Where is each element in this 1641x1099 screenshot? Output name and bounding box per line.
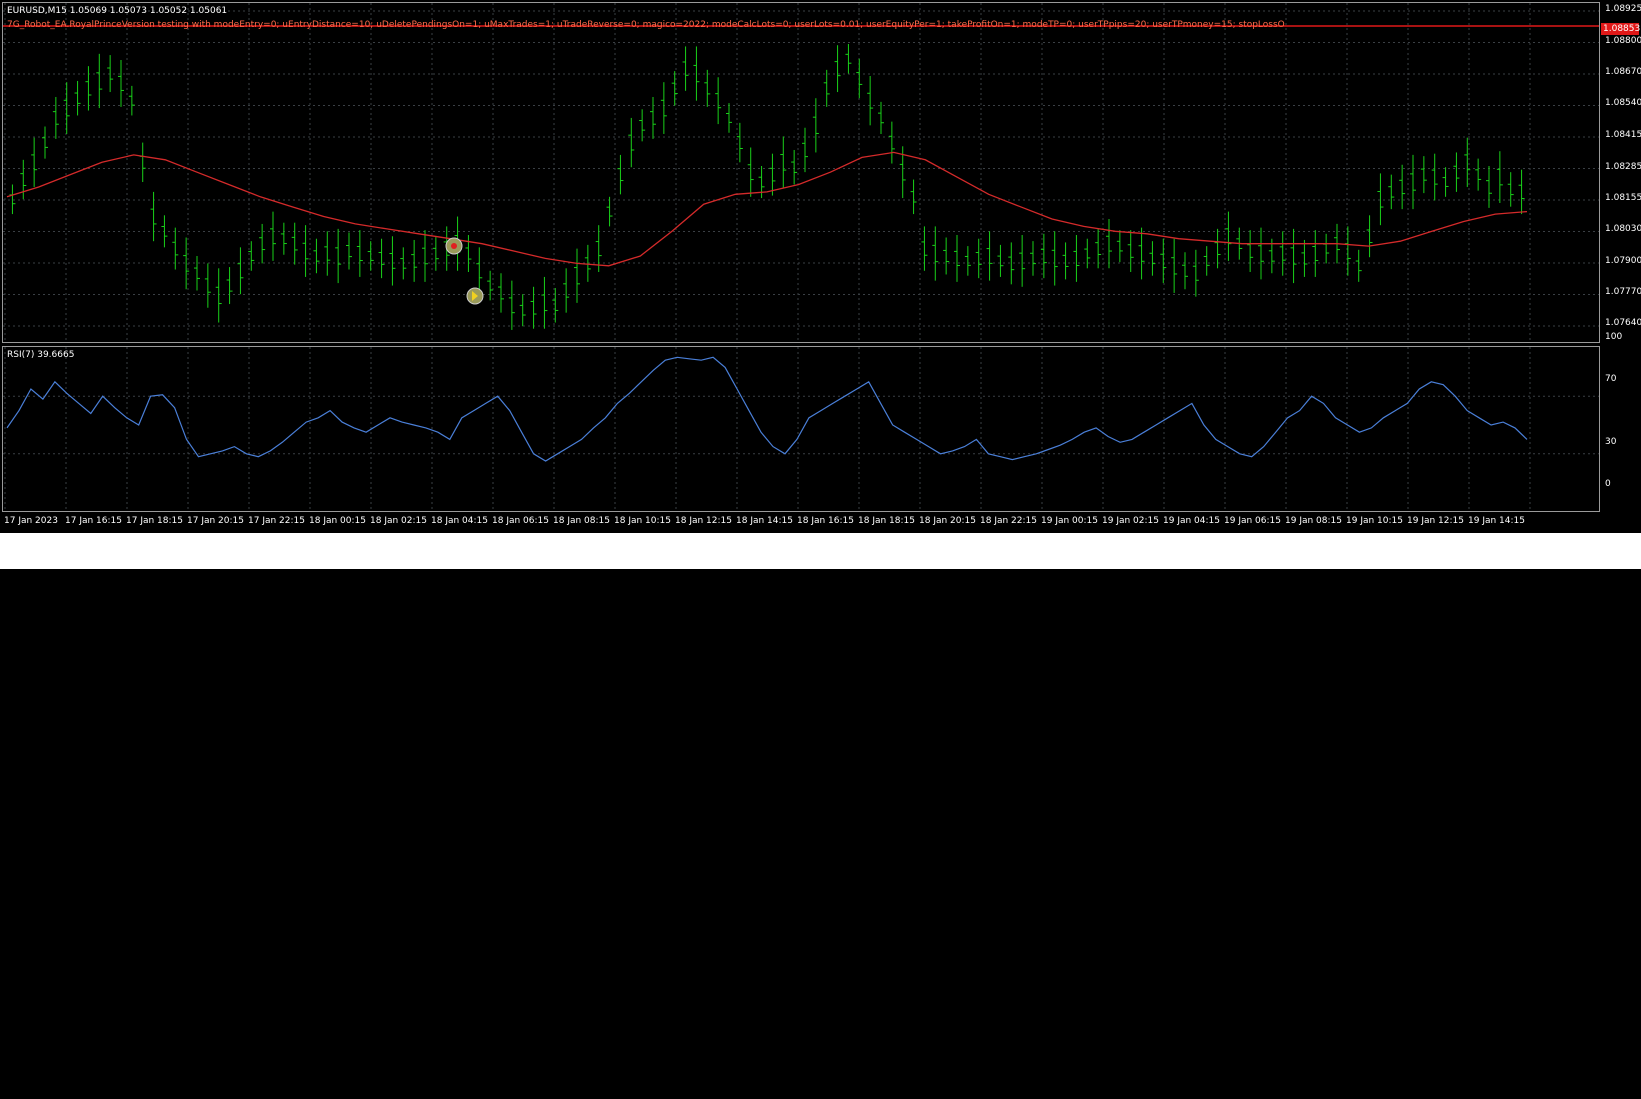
time-axis-label: 18 Jan 02:15 — [370, 516, 427, 526]
price-chart-panel[interactable] — [2, 2, 1600, 343]
time-axis-label: 17 Jan 22:15 — [248, 516, 305, 526]
price-axis-label: 1.08415 — [1605, 130, 1641, 140]
footer-bar: www.mt4.shop — [0, 533, 1641, 1098]
time-axis-label: 18 Jan 18:15 — [858, 516, 915, 526]
time-axis-label: 19 Jan 04:15 — [1163, 516, 1220, 526]
price-axis-label: 1.08670 — [1605, 67, 1641, 77]
price-chart-svg — [3, 3, 1599, 342]
time-axis-label: 18 Jan 12:15 — [675, 516, 732, 526]
time-axis-label: 18 Jan 08:15 — [553, 516, 610, 526]
price-axis-label: 1.08285 — [1605, 162, 1641, 172]
time-axis-label: 18 Jan 06:15 — [492, 516, 549, 526]
time-axis-label: 19 Jan 12:15 — [1407, 516, 1464, 526]
symbol-info: EURUSD,M15 1.05069 1.05073 1.05052 1.050… — [7, 6, 228, 16]
price-axis-label: 1.08030 — [1605, 224, 1641, 234]
time-axis-label: 19 Jan 14:15 — [1468, 516, 1525, 526]
price-axis-label: 1.08800 — [1605, 36, 1641, 46]
time-axis-label: 19 Jan 08:15 — [1285, 516, 1342, 526]
price-axis-label: 1.08540 — [1605, 98, 1641, 108]
rsi-axis-label: 30 — [1605, 437, 1617, 447]
watermark-text: www.mt4.shop — [1483, 1073, 1627, 1098]
time-axis-label: 18 Jan 22:15 — [980, 516, 1037, 526]
price-axis-label: 1.08155 — [1605, 193, 1641, 203]
time-axis-label: 17 Jan 2023 — [4, 516, 58, 526]
rsi-axis-label: 70 — [1605, 374, 1617, 384]
time-axis-label: 19 Jan 10:15 — [1346, 516, 1403, 526]
ea-info: 7G_Robot_EA.RoyalPrinceVersion testing w… — [7, 20, 1285, 30]
moving-average-line — [6, 151, 1528, 267]
rsi-chart-svg — [3, 347, 1599, 511]
time-axis-label: 18 Jan 16:15 — [797, 516, 854, 526]
time-axis-label: 19 Jan 00:15 — [1041, 516, 1098, 526]
time-axis-label: 17 Jan 16:15 — [65, 516, 122, 526]
time-axis-label: 18 Jan 04:15 — [431, 516, 488, 526]
time-axis-label: 18 Jan 00:15 — [309, 516, 366, 526]
price-axis-label: 1.08925 — [1605, 4, 1641, 14]
rsi-line — [6, 356, 1528, 462]
time-axis-label: 17 Jan 18:15 — [126, 516, 183, 526]
rsi-label: RSI(7) 39.6665 — [7, 350, 75, 360]
rsi-axis-label: 0 — [1605, 479, 1611, 489]
chart-window[interactable]: EURUSD,M15 1.05069 1.05073 1.05052 1.050… — [0, 0, 1641, 533]
price-axis-label: 1.07640 — [1605, 318, 1641, 328]
current-price-tag: 1.08853 — [1601, 23, 1641, 35]
price-axis-label: 1.07900 — [1605, 256, 1641, 266]
time-axis-label: 18 Jan 10:15 — [614, 516, 671, 526]
rsi-panel[interactable] — [2, 346, 1600, 512]
time-axis-label: 19 Jan 06:15 — [1224, 516, 1281, 526]
price-axis-label: 1.07770 — [1605, 287, 1641, 297]
time-axis-label: 18 Jan 20:15 — [919, 516, 976, 526]
trade-entry-dot — [451, 243, 457, 249]
time-axis-label: 19 Jan 02:15 — [1102, 516, 1159, 526]
time-axis-label: 17 Jan 20:15 — [187, 516, 244, 526]
time-axis-label: 18 Jan 14:15 — [736, 516, 793, 526]
rsi-axis-label: 100 — [1605, 332, 1623, 342]
